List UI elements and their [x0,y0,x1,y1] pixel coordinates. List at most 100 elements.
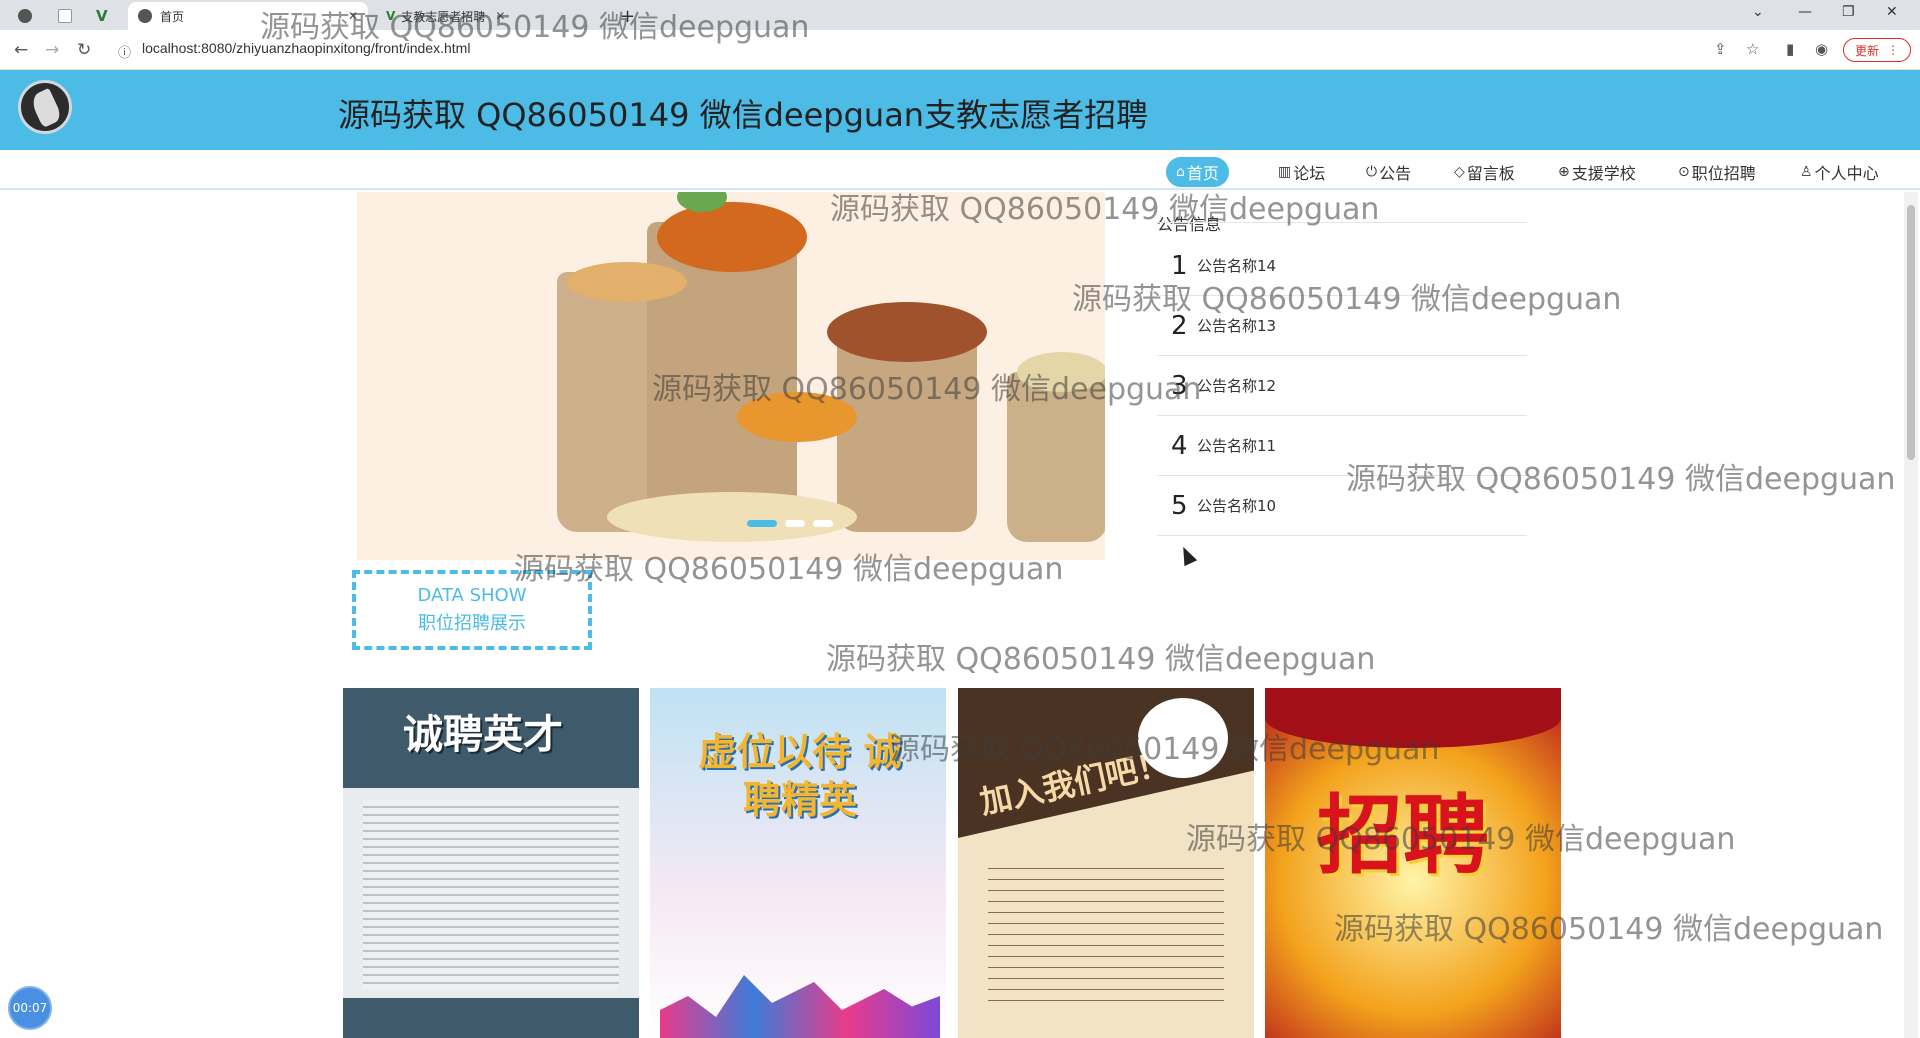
page-icon [58,9,72,23]
notice-name: 公告名称13 [1197,317,1277,335]
nav-label: 首页 [1186,164,1219,183]
share-icon[interactable]: ⇪ [1714,40,1727,58]
url-input[interactable]: localhost:8080/zhiyuanzhaopinxitong/fron… [142,40,470,56]
curtain [1265,688,1561,748]
browser-tab-bar: V 首页 ✕ V 支教志愿者招聘 ✕ + ⌄ — ❐ ✕ [0,0,1920,30]
tab-home-label: 首页 [160,9,185,24]
back-icon[interactable]: ← [14,40,28,60]
nav-label: 留言板 [1466,164,1515,183]
nav-message-board[interactable]: ◇ 留言板 [1444,157,1525,187]
notice-number: 5 [1171,490,1188,521]
profile-icon[interactable]: ◉ [1815,40,1828,58]
banner-image-part [737,392,857,442]
maximize-icon[interactable]: ❐ [1842,4,1855,20]
globe-icon [138,9,152,23]
target-icon: ⊙ [1678,164,1690,180]
notice-name: 公告名称14 [1197,257,1277,275]
notice-section-title: 公告信息 [1157,215,1222,234]
speech-bubble [1138,698,1228,778]
carousel-dot[interactable] [785,520,805,527]
nav-support-school[interactable]: ⊕ 支援学校 [1548,157,1646,187]
banner-carousel[interactable] [357,192,1105,560]
job-card[interactable]: 招聘 [1265,688,1561,1038]
notice-item[interactable]: 4 公告名称11 [1157,416,1527,476]
notice-item[interactable]: 5 公告名称10 [1157,476,1527,536]
tab-vue[interactable]: V [96,2,108,30]
new-tab-button[interactable]: + [620,2,635,30]
nav-label: 支援学校 [1571,164,1636,183]
site-title: 源码获取 QQ86050149 微信deepguan支教志愿者招聘 [338,96,1149,134]
site-logo[interactable] [18,80,72,134]
notice-item[interactable]: 3 公告名称12 [1157,356,1527,416]
watermark: 源码获取 QQ86050149 微信deepguan [826,642,1376,677]
card-footer [343,998,639,1038]
carousel-dot[interactable] [813,520,833,527]
reload-icon[interactable]: ↻ [77,40,91,60]
notice-item[interactable]: 1 公告名称14 [1157,236,1527,296]
banner-image-part [837,332,977,532]
banner-image-part [607,492,857,542]
notice-number: 1 [1171,250,1188,281]
bookmark-star-icon[interactable]: ☆ [1746,40,1759,58]
update-label: 更新 [1854,43,1879,58]
carousel-indicators [747,520,833,527]
nav-personal-center[interactable]: ♙ 个人中心 [1790,157,1889,187]
nav-forum[interactable]: ▥ 论坛 [1268,157,1335,187]
vue-icon: V [386,9,396,23]
nav-announcement[interactable]: ⏻ 公告 [1356,157,1421,187]
tab-second[interactable]: V 支教志愿者招聘 ✕ [376,2,586,30]
forum-icon: ▥ [1278,164,1292,180]
mouse-cursor-icon [1176,543,1198,567]
nav-label: 职位招聘 [1691,164,1756,183]
browser-app-icon[interactable] [18,2,40,30]
recording-timer: 00:07 [8,986,52,1030]
tab-search-icon[interactable]: ⌄ [1752,4,1764,20]
notice-divider [1157,222,1527,223]
announcement-icon: ⏻ [1366,164,1378,180]
card-text-lines [363,800,619,990]
notice-number: 3 [1171,370,1188,401]
notice-name: 公告名称11 [1197,437,1277,455]
card-text-lines [988,858,1224,1008]
vue-icon: V [96,7,108,25]
update-button[interactable]: 更新 ⋮ [1843,38,1911,62]
more-menu-icon: ⋮ [1887,43,1899,57]
banner-image-part [1007,372,1105,542]
city-skyline [660,975,940,1038]
tab-second-label: 支教志愿者招聘 [401,9,486,24]
tab-close-icon[interactable]: ✕ [348,9,358,23]
job-card[interactable]: 虚位以待 诚聘精英 [650,688,946,1038]
scrollbar-thumb[interactable] [1907,205,1915,460]
forward-icon[interactable]: → [45,40,59,60]
nav-job-recruitment[interactable]: ⊙ 职位招聘 [1668,157,1766,187]
minimize-icon[interactable]: — [1798,4,1812,20]
job-card[interactable]: 诚聘英才 [343,688,639,1038]
address-bar: ← → ↻ ⓘ localhost:8080/zhiyuanzhaopinxit… [0,30,1920,70]
card-title: 招聘 [1317,786,1489,886]
card-title: 虚位以待 诚聘精英 [698,730,902,822]
notice-number: 4 [1171,430,1188,461]
nav-label: 论坛 [1293,164,1326,183]
banner-image-part [657,202,807,272]
sidebar-icon[interactable]: ▮ [1786,40,1794,58]
notice-item[interactable]: 2 公告名称13 [1157,296,1527,356]
notice-name: 公告名称12 [1197,377,1277,395]
data-show-heading: DATA SHOW 职位招聘展示 [352,570,592,650]
banner-image-part [567,262,687,302]
nav-home[interactable]: ⌂ 首页 [1166,157,1229,187]
tag-icon: ◇ [1454,164,1465,180]
card-title: 诚聘英才 [403,712,563,758]
job-card[interactable]: 加入我们吧！ [958,688,1254,1038]
data-show-line2: 职位招聘展示 [418,613,526,634]
globe-icon: ⊕ [1558,164,1570,180]
carousel-dot[interactable] [747,520,777,527]
globe-icon [18,9,32,23]
info-icon[interactable]: ⓘ [118,42,131,61]
tab-close-icon[interactable]: ✕ [495,9,505,23]
tab-home[interactable]: 首页 ✕ [128,2,368,30]
close-window-icon[interactable]: ✕ [1886,4,1898,20]
home-icon: ⌂ [1176,164,1185,180]
tab-blank[interactable] [58,2,80,30]
nav-label: 个人中心 [1814,164,1879,183]
nav-label: 公告 [1379,164,1412,183]
